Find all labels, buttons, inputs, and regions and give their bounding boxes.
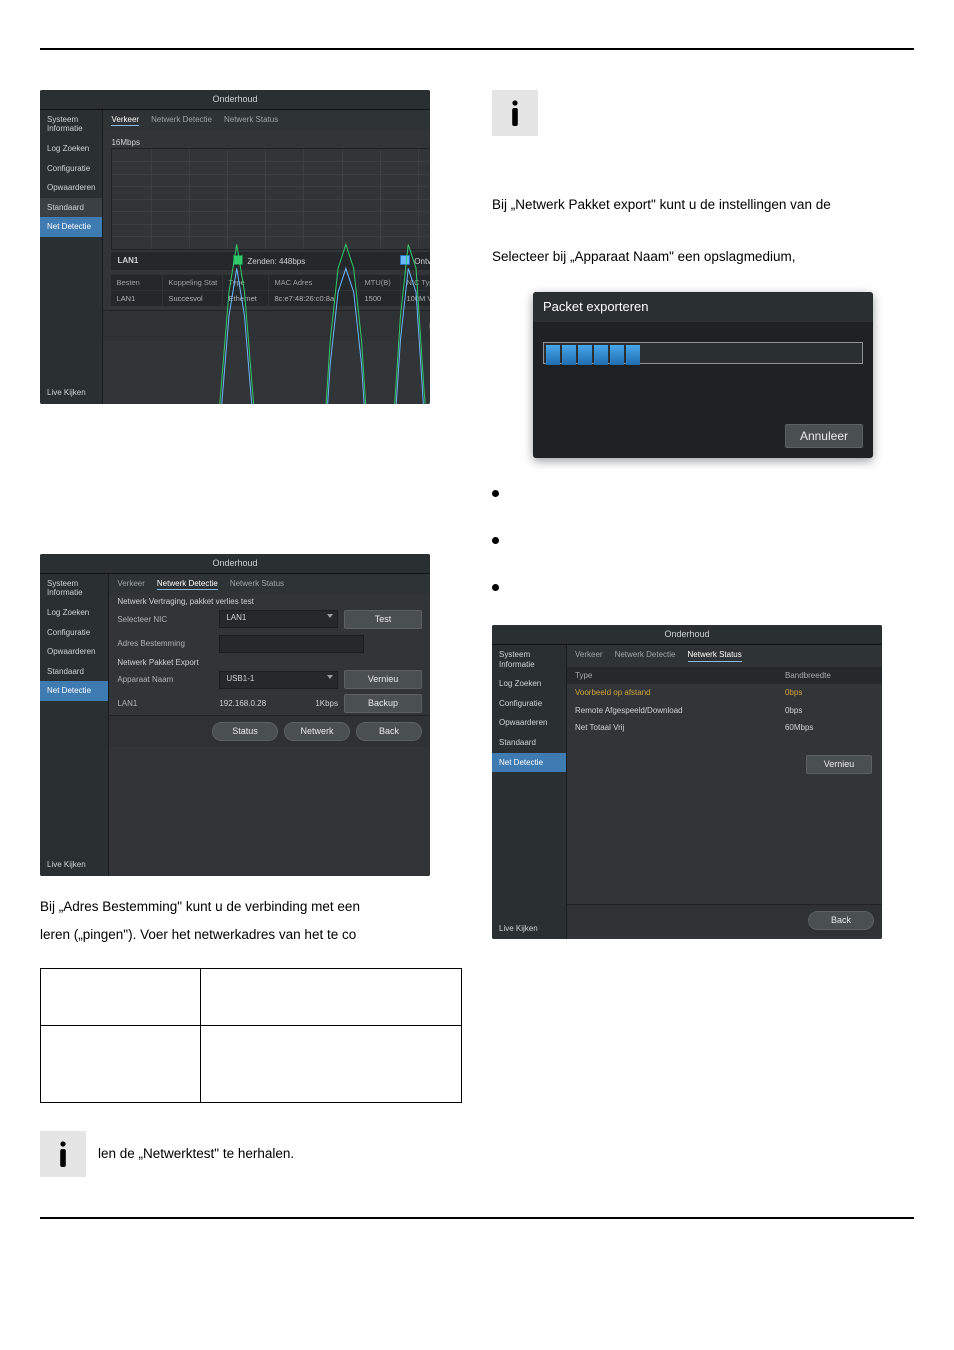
section-export: Netwerk Pakket Export bbox=[109, 656, 430, 668]
test-button[interactable]: Test bbox=[344, 610, 422, 629]
sidebar-item[interactable]: Log Zoeken bbox=[492, 674, 566, 694]
sidebar-item[interactable]: Log Zoeken bbox=[40, 139, 102, 159]
live-view-link[interactable]: Live Kijken bbox=[47, 860, 86, 870]
tab-verkeer[interactable]: Verkeer bbox=[117, 579, 145, 591]
label-select-nic: Selecteer NIC bbox=[117, 615, 213, 625]
nvr-tabs: Verkeer Netwerk Detectie Netwerk Status bbox=[103, 110, 430, 132]
sidebar-item[interactable]: Opwaarderen bbox=[40, 178, 102, 198]
body-text: Bij „Adres Bestemming" kunt u de verbind… bbox=[40, 898, 462, 916]
label-device-name: Apparaat Naam bbox=[117, 675, 213, 685]
tab-status[interactable]: Netwerk Status bbox=[688, 650, 742, 662]
tab-status[interactable]: Netwerk Status bbox=[224, 115, 278, 127]
tab-detectie[interactable]: Netwerk Detectie bbox=[157, 579, 218, 591]
info-icon bbox=[40, 1131, 86, 1177]
refresh-button[interactable]: Vernieu bbox=[344, 670, 422, 689]
chart-ylabel: 16Mbps bbox=[111, 138, 139, 148]
body-text: Selecteer bij „Apparaat Naam" een opslag… bbox=[492, 248, 914, 266]
sidebar-item[interactable]: Configuratie bbox=[40, 623, 108, 643]
sidebar-item-net-detect[interactable]: Net Detectie bbox=[40, 217, 102, 237]
nvr-screenshot-status: Onderhoud Systeem Informatie Log Zoeken … bbox=[492, 625, 882, 939]
cancel-button[interactable]: Annuleer bbox=[785, 424, 863, 448]
packet-export-popup: Packet exporteren Annuleer bbox=[533, 292, 873, 458]
progress-bar bbox=[543, 342, 863, 364]
status-button[interactable]: Status bbox=[212, 722, 278, 741]
live-view-link[interactable]: Live Kijken bbox=[47, 388, 86, 398]
body-text: Bij „Netwerk Pakket export" kunt u de in… bbox=[492, 196, 914, 214]
sidebar-item[interactable]: Standaard bbox=[40, 662, 108, 682]
network-button[interactable]: Netwerk bbox=[284, 722, 350, 741]
tab-verkeer[interactable]: Verkeer bbox=[111, 115, 139, 127]
info-icon bbox=[492, 90, 538, 136]
back-button[interactable]: Back bbox=[808, 911, 874, 930]
bullet-list bbox=[492, 484, 914, 591]
sidebar-item[interactable]: Opwaarderen bbox=[492, 713, 566, 733]
nvr-sidebar: Systeem Informatie Log Zoeken Configurat… bbox=[40, 574, 109, 876]
note-text: len de „Netwerktest" te herhalen. bbox=[98, 1145, 294, 1163]
sidebar-item-net-detect[interactable]: Net Detectie bbox=[492, 753, 566, 773]
bullet-item bbox=[492, 531, 914, 544]
nvr-screenshot-detect: Onderhoud Systeem Informatie Log Zoeken … bbox=[40, 554, 430, 876]
nvr-title: Onderhoud bbox=[40, 90, 430, 110]
section-delay: Netwerk Vertraging, pakket verlies test bbox=[109, 595, 430, 607]
sidebar-item-net-detect[interactable]: Net Detectie bbox=[40, 681, 108, 701]
nvr-sidebar: Systeem Informatie Log Zoeken Configurat… bbox=[40, 110, 103, 404]
backup-button[interactable]: Backup bbox=[344, 694, 422, 713]
sidebar-item[interactable]: Opwaarderen bbox=[40, 642, 108, 662]
live-view-link[interactable]: Live Kijken bbox=[499, 924, 538, 934]
sidebar-item[interactable]: Log Zoeken bbox=[40, 603, 108, 623]
select-nic[interactable]: LAN1 bbox=[219, 610, 338, 628]
sidebar-item[interactable]: Standaard bbox=[492, 733, 566, 753]
tab-detectie[interactable]: Netwerk Detectie bbox=[615, 650, 676, 662]
body-text: leren („pingen"). Voer het netwerkadres … bbox=[40, 926, 462, 944]
bullet-item bbox=[492, 484, 914, 497]
lan-row: LAN1 192.168.0.28 1Kbps Backup bbox=[109, 692, 430, 715]
traffic-chart bbox=[111, 148, 430, 250]
popup-title: Packet exporteren bbox=[533, 292, 873, 322]
label-dest-addr: Adres Bestemming bbox=[117, 639, 213, 649]
refresh-button[interactable]: Vernieu bbox=[806, 755, 872, 774]
nvr-title: Onderhoud bbox=[40, 554, 430, 574]
sidebar-item[interactable]: Standaard bbox=[40, 198, 102, 218]
sidebar-item[interactable]: Systeem Informatie bbox=[40, 574, 108, 603]
doc-table bbox=[40, 968, 462, 1103]
sidebar-item[interactable]: Configuratie bbox=[40, 159, 102, 179]
status-table: TypeBandbreedte Voorbeeld op afstand0bps… bbox=[567, 667, 882, 737]
tab-verkeer[interactable]: Verkeer bbox=[575, 650, 603, 662]
tab-status[interactable]: Netwerk Status bbox=[230, 579, 284, 591]
dest-address-input[interactable] bbox=[219, 635, 364, 653]
bullet-item bbox=[492, 578, 914, 591]
nvr-screenshot-traffic: Onderhoud Systeem Informatie Log Zoeken … bbox=[40, 90, 430, 404]
sidebar-item[interactable]: Systeem Informatie bbox=[40, 110, 102, 139]
back-button[interactable]: Back bbox=[356, 722, 422, 741]
tab-detectie[interactable]: Netwerk Detectie bbox=[151, 115, 212, 127]
sidebar-item[interactable]: Systeem Informatie bbox=[492, 645, 566, 674]
nvr-title: Onderhoud bbox=[492, 625, 882, 645]
sidebar-item[interactable]: Configuratie bbox=[492, 694, 566, 714]
device-name-select[interactable]: USB1-1 bbox=[219, 671, 338, 689]
